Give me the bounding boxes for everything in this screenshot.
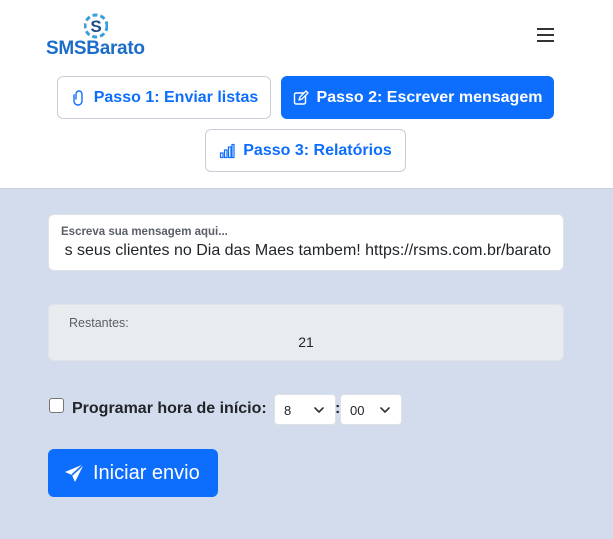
chevron-down-icon <box>380 407 390 413</box>
pencil-square-icon <box>293 89 309 105</box>
remaining-counter: Restantes: 21 <box>48 304 564 361</box>
start-send-label: Iniciar envio <box>93 461 200 484</box>
message-text[interactable]: s seus clientes no Dia das Maes tambem! … <box>65 242 551 260</box>
logo-icon: S <box>84 13 108 39</box>
step-3-button[interactable]: Passo 3: Relatórios <box>205 129 406 172</box>
step-2-button[interactable]: Passo 2: Escrever mensagem <box>281 76 554 119</box>
minute-select[interactable]: 00 <box>340 394 402 425</box>
schedule-label[interactable]: Programar hora de início: <box>72 400 267 418</box>
schedule-checkbox[interactable] <box>49 398 64 413</box>
brand-name: SMSBarato <box>46 38 145 59</box>
step-1-button[interactable]: Passo 1: Enviar listas <box>57 76 271 119</box>
paperclip-icon <box>73 89 83 106</box>
chevron-down-icon <box>314 407 324 413</box>
message-floating-label: Escreva sua mensagem aqui... <box>61 226 228 238</box>
minute-value: 00 <box>350 403 365 418</box>
top-navbar: S SMSBarato Passo 1: Enviar listas Passo… <box>0 0 613 189</box>
hamburger-menu-icon[interactable] <box>535 28 557 44</box>
start-send-button[interactable]: Iniciar envio <box>48 449 218 497</box>
remaining-label: Restantes: <box>69 316 129 330</box>
bar-chart-icon <box>220 143 235 158</box>
message-input[interactable]: Escreva sua mensagem aqui... s seus clie… <box>48 214 564 271</box>
remaining-value: 21 <box>298 334 314 350</box>
hour-value: 8 <box>284 403 292 418</box>
svg-text:S: S <box>90 17 101 36</box>
step-2-label: Passo 2: Escrever mensagem <box>316 88 543 106</box>
brand-logo[interactable]: S SMSBarato <box>46 13 146 61</box>
send-icon <box>65 462 85 482</box>
hour-select[interactable]: 8 <box>274 394 336 425</box>
step-3-label: Passo 3: Relatórios <box>243 141 392 159</box>
step-1-label: Passo 1: Enviar listas <box>93 88 259 106</box>
